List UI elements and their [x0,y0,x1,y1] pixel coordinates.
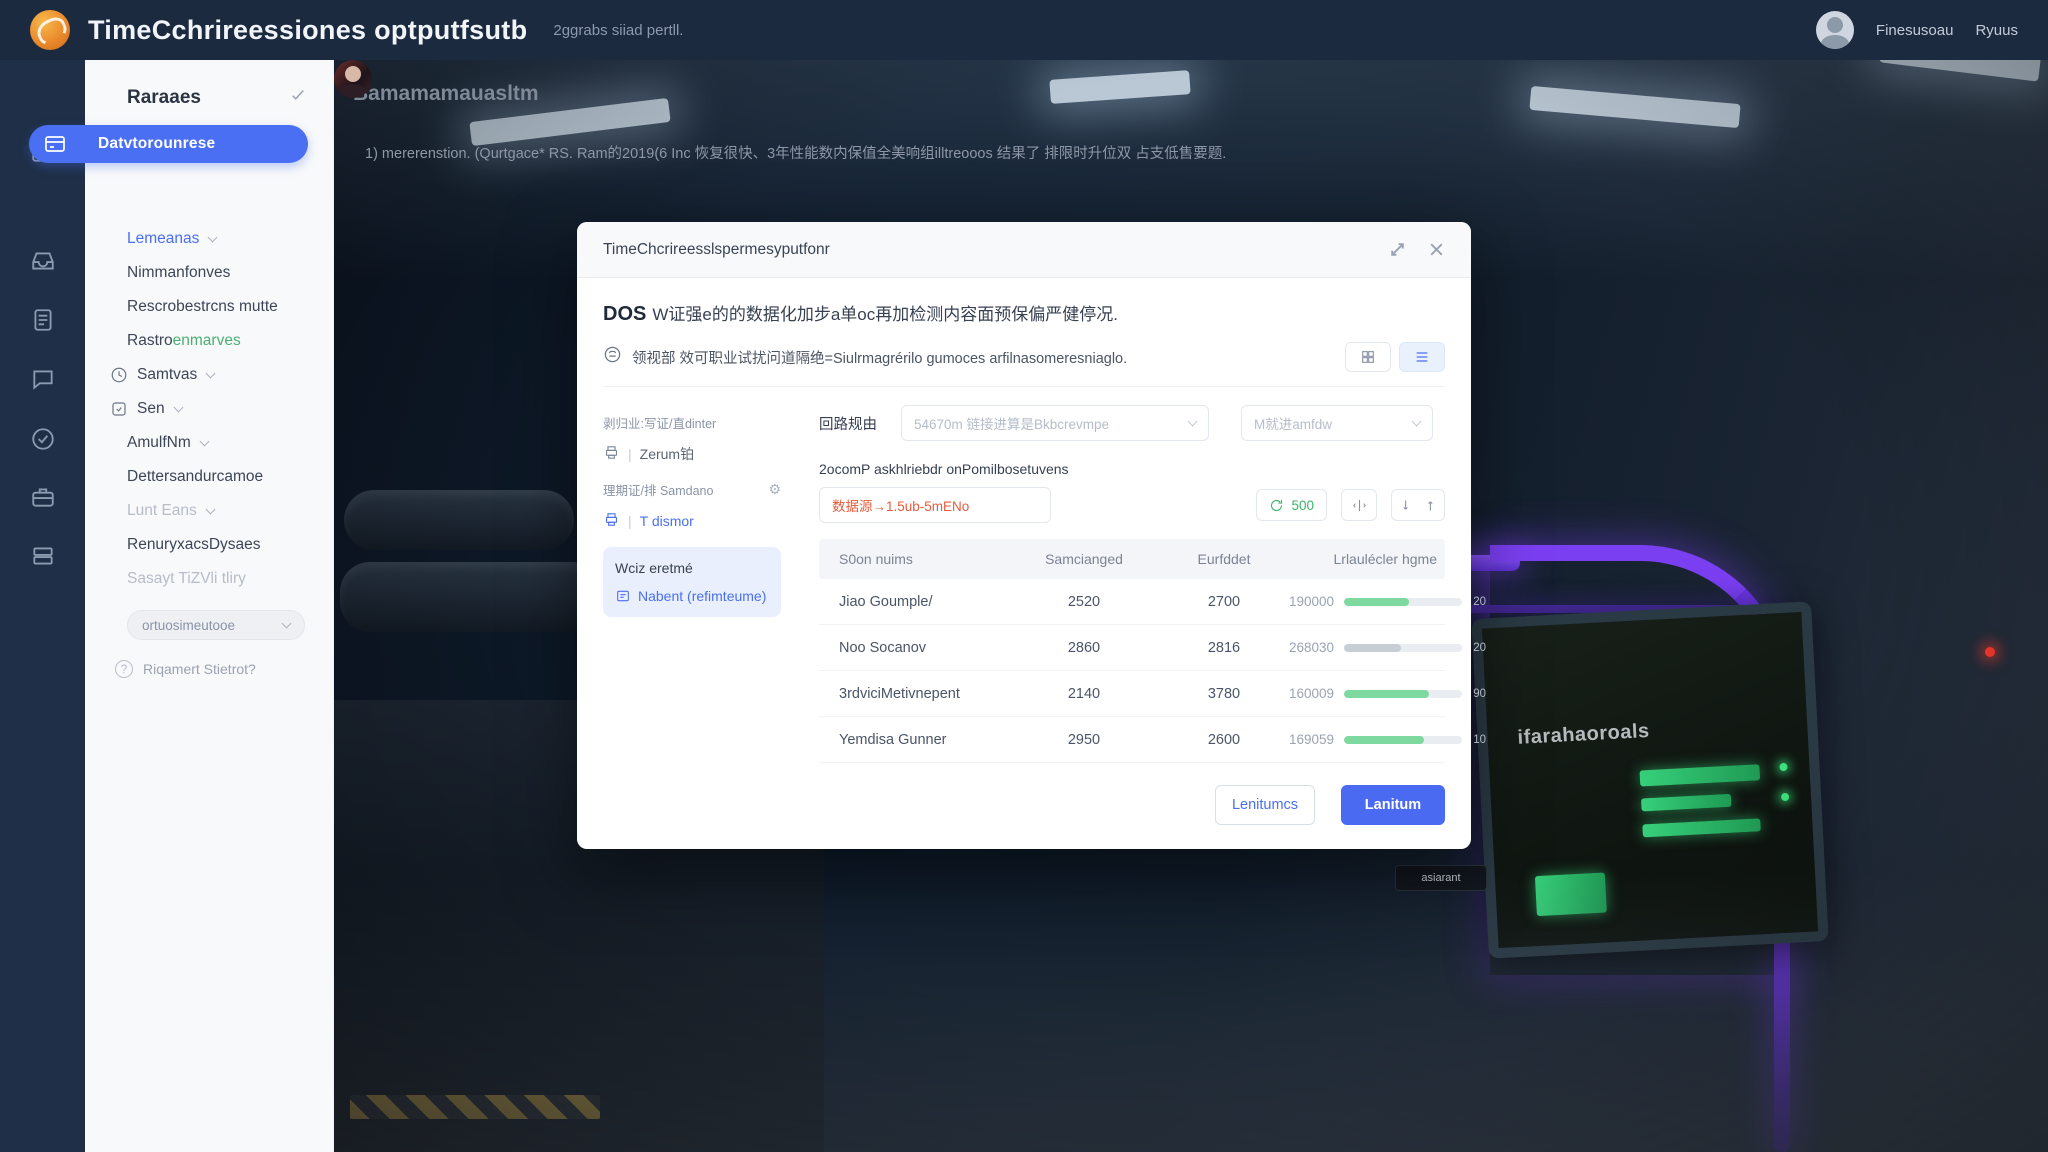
selected-source-card[interactable]: Wciz eretmé Nabent (refimteume) [603,547,781,617]
sidebar-item-rescrobestrcns[interactable]: Rescrobestrcns mutte [85,290,333,324]
printer-icon [603,444,628,464]
chevron-down-icon [205,504,215,514]
mode-select[interactable]: M就进amfdw [1241,405,1433,441]
modal-right-panel: 回路规由 54670m 链接进算是Bkbcrevmpe M就进amfdw 2oc… [819,405,1445,785]
header-link-user[interactable]: Finesusoau [1876,22,1954,39]
sidebar-select[interactable]: ortuosimeutooe [127,610,305,640]
sidebar-item-lunt-eans[interactable]: Lunt Eans [85,494,333,528]
sidebar: Raraaes Lemeanas Nimmanfonves Rescrobest… [85,60,334,1152]
route-select[interactable]: 54670m 链接进算是Bkbcrevmpe [901,405,1209,441]
note-icon [110,400,128,418]
list-label: 2ocomP askhlriebdr onPomilbosetuvens [819,461,1445,477]
group1-label: 剥归业:写证/直dinter [603,413,781,432]
sidebar-item-active[interactable]: Datvtorounrese [29,125,308,163]
modal-header: TimeChcrireesslspermesyputfonr [577,222,1471,278]
chevron-down-icon [206,368,216,378]
avatar[interactable] [1816,11,1854,49]
table-row[interactable]: Yemdisa Gunner 2950 2600 16905910 [819,717,1445,763]
chevron-down-icon [199,436,209,446]
sidebar-item-rastro[interactable]: Rastroenmarves [85,324,333,358]
chevron-down-icon [1412,416,1422,426]
app-subtitle: 2ggrabs siiad pertll. [553,22,683,39]
header-link-account[interactable]: Ryuus [1975,22,2018,39]
progress-bar [1344,690,1462,698]
refresh-icon [1269,498,1284,513]
modal-left-panel: 剥归业:写证/直dinter | Zerum铂 理期证/排 Samdano⚙ |… [603,405,781,785]
table-row[interactable]: 3rdviciMetivnepent 2140 3780 16000990 [819,671,1445,717]
column-split-button[interactable] [1341,489,1377,521]
progress-bar [1344,736,1462,744]
chat-icon[interactable] [30,366,56,392]
column-split-icon [1352,498,1367,513]
chevron-down-icon [282,618,292,628]
table-row[interactable]: Noo Socanov 2860 2816 26803020 [819,625,1445,671]
panel-icon [615,588,631,604]
chevron-down-icon [173,402,183,412]
top-header: TimeCchrireessiones optputfsutb 2ggrabs … [0,0,2048,60]
modal-body: 剥归业:写证/直dinter | Zerum铂 理期证/排 Samdano⚙ |… [577,387,1471,785]
group2-label: 理期证/排 Samdano⚙ [603,480,781,499]
table-row[interactable]: Jiao Goumple/ 2520 2700 19000020 [819,579,1445,625]
sidebar-item-lemeanas[interactable]: Lemeanas [85,222,333,256]
logo-swirl-icon[interactable] [30,10,70,50]
table-header-row: S0on nuims Samcianged Eurfddet Lrlaulécl… [819,539,1445,579]
briefcase-icon[interactable] [30,484,56,510]
billing-card-icon [43,132,67,156]
sidebar-item-renuryxacs[interactable]: RenuryxacsDysaes [85,528,333,562]
modal-heading: DOSW证强e的的数据化加步a单oc再加检测内容面预保偏严健停况. [577,278,1471,326]
modal-info-row: 领视部 效可职业试扰问道隔绝=Siulrmagrérilo gumoces ar… [603,342,1445,387]
grid-view-icon[interactable] [1345,342,1391,372]
chevron-down-icon [1188,416,1198,426]
resize-icon[interactable] [1389,241,1406,258]
sort-down-icon [1400,498,1415,513]
gear-icon[interactable]: ⚙ [768,481,781,498]
avatar-photo[interactable] [334,60,372,98]
close-icon[interactable] [1428,241,1445,258]
sidebar-item-samtvas[interactable]: Samtvas [85,358,333,392]
page-title: Bamamamauasltm [353,82,539,106]
progress-bar [1344,598,1462,606]
sidebar-item-sen[interactable]: Sen [85,392,333,426]
icon-rail [0,60,85,1152]
route-label: 回路规由 [819,413,901,434]
sidebar-item-amulfnm[interactable]: AmulfNm [85,426,333,460]
page-description: 1) mererenstion. (Qurtgace* RS. Ram的2019… [365,142,1226,163]
document-icon[interactable] [30,307,56,333]
active-item-label: Datvtorounrese [98,135,215,153]
modal-footer: Lenitumcs Lanitum [577,785,1471,849]
app-title: TimeCchrireessiones optputfsutb [88,15,527,46]
checkmark-icon[interactable] [289,86,307,109]
progress-bar [1344,644,1462,652]
question-icon: ? [115,660,133,678]
card-title: Wciz eretmé [615,560,769,576]
sidebar-item-sasayt[interactable]: Sasayt TiZVli tliry [85,562,333,596]
app-window: ifarahaoroals asiarant Bamamamauasltm 1)… [0,0,2048,1152]
printer-icon [603,511,628,531]
badge-icon [603,345,632,369]
group2-item[interactable]: | T dismor [603,511,781,531]
sidebar-footer-link[interactable]: ? Riqamert Stietrot? [115,660,256,678]
check-circle-icon[interactable] [30,426,56,452]
refresh-count-button[interactable]: 500 [1256,489,1327,521]
card-item: Nabent (refimteume) [615,588,769,604]
quota-table: S0on nuims Samcianged Eurfddet Lrlaulécl… [819,539,1445,763]
clock-icon [110,366,128,384]
sidebar-title: Raraaes [127,87,201,109]
modal-info-text: 领视部 效可职业试扰问道隔绝=Siulrmagrérilo gumoces ar… [632,347,1127,368]
server-icon[interactable] [30,543,56,569]
sidebar-menu: Lemeanas Nimmanfonves Rescrobestrcns mut… [85,222,333,640]
sidebar-item-dettersandurcamoe[interactable]: Dettersandurcamoe [85,460,333,494]
group1-item[interactable]: | Zerum铂 [603,444,781,464]
sidebar-item-nimmanfonves[interactable]: Nimmanfonves [85,256,333,290]
inbox-icon[interactable] [30,248,56,274]
confirm-button[interactable]: Lanitum [1341,785,1445,825]
chevron-down-icon [208,232,218,242]
sort-buttons[interactable] [1391,489,1445,521]
filter-tag-input[interactable]: 数据源→1.5ub-5mENo [819,487,1051,523]
list-view-icon[interactable] [1399,342,1445,372]
sort-up-icon [1421,498,1436,513]
cancel-button[interactable]: Lenitumcs [1215,785,1315,825]
modal-title: TimeChcrireesslspermesyputfonr [603,241,830,259]
modal-dialog: TimeChcrireesslspermesyputfonr DOSW证强e的的… [577,222,1471,849]
